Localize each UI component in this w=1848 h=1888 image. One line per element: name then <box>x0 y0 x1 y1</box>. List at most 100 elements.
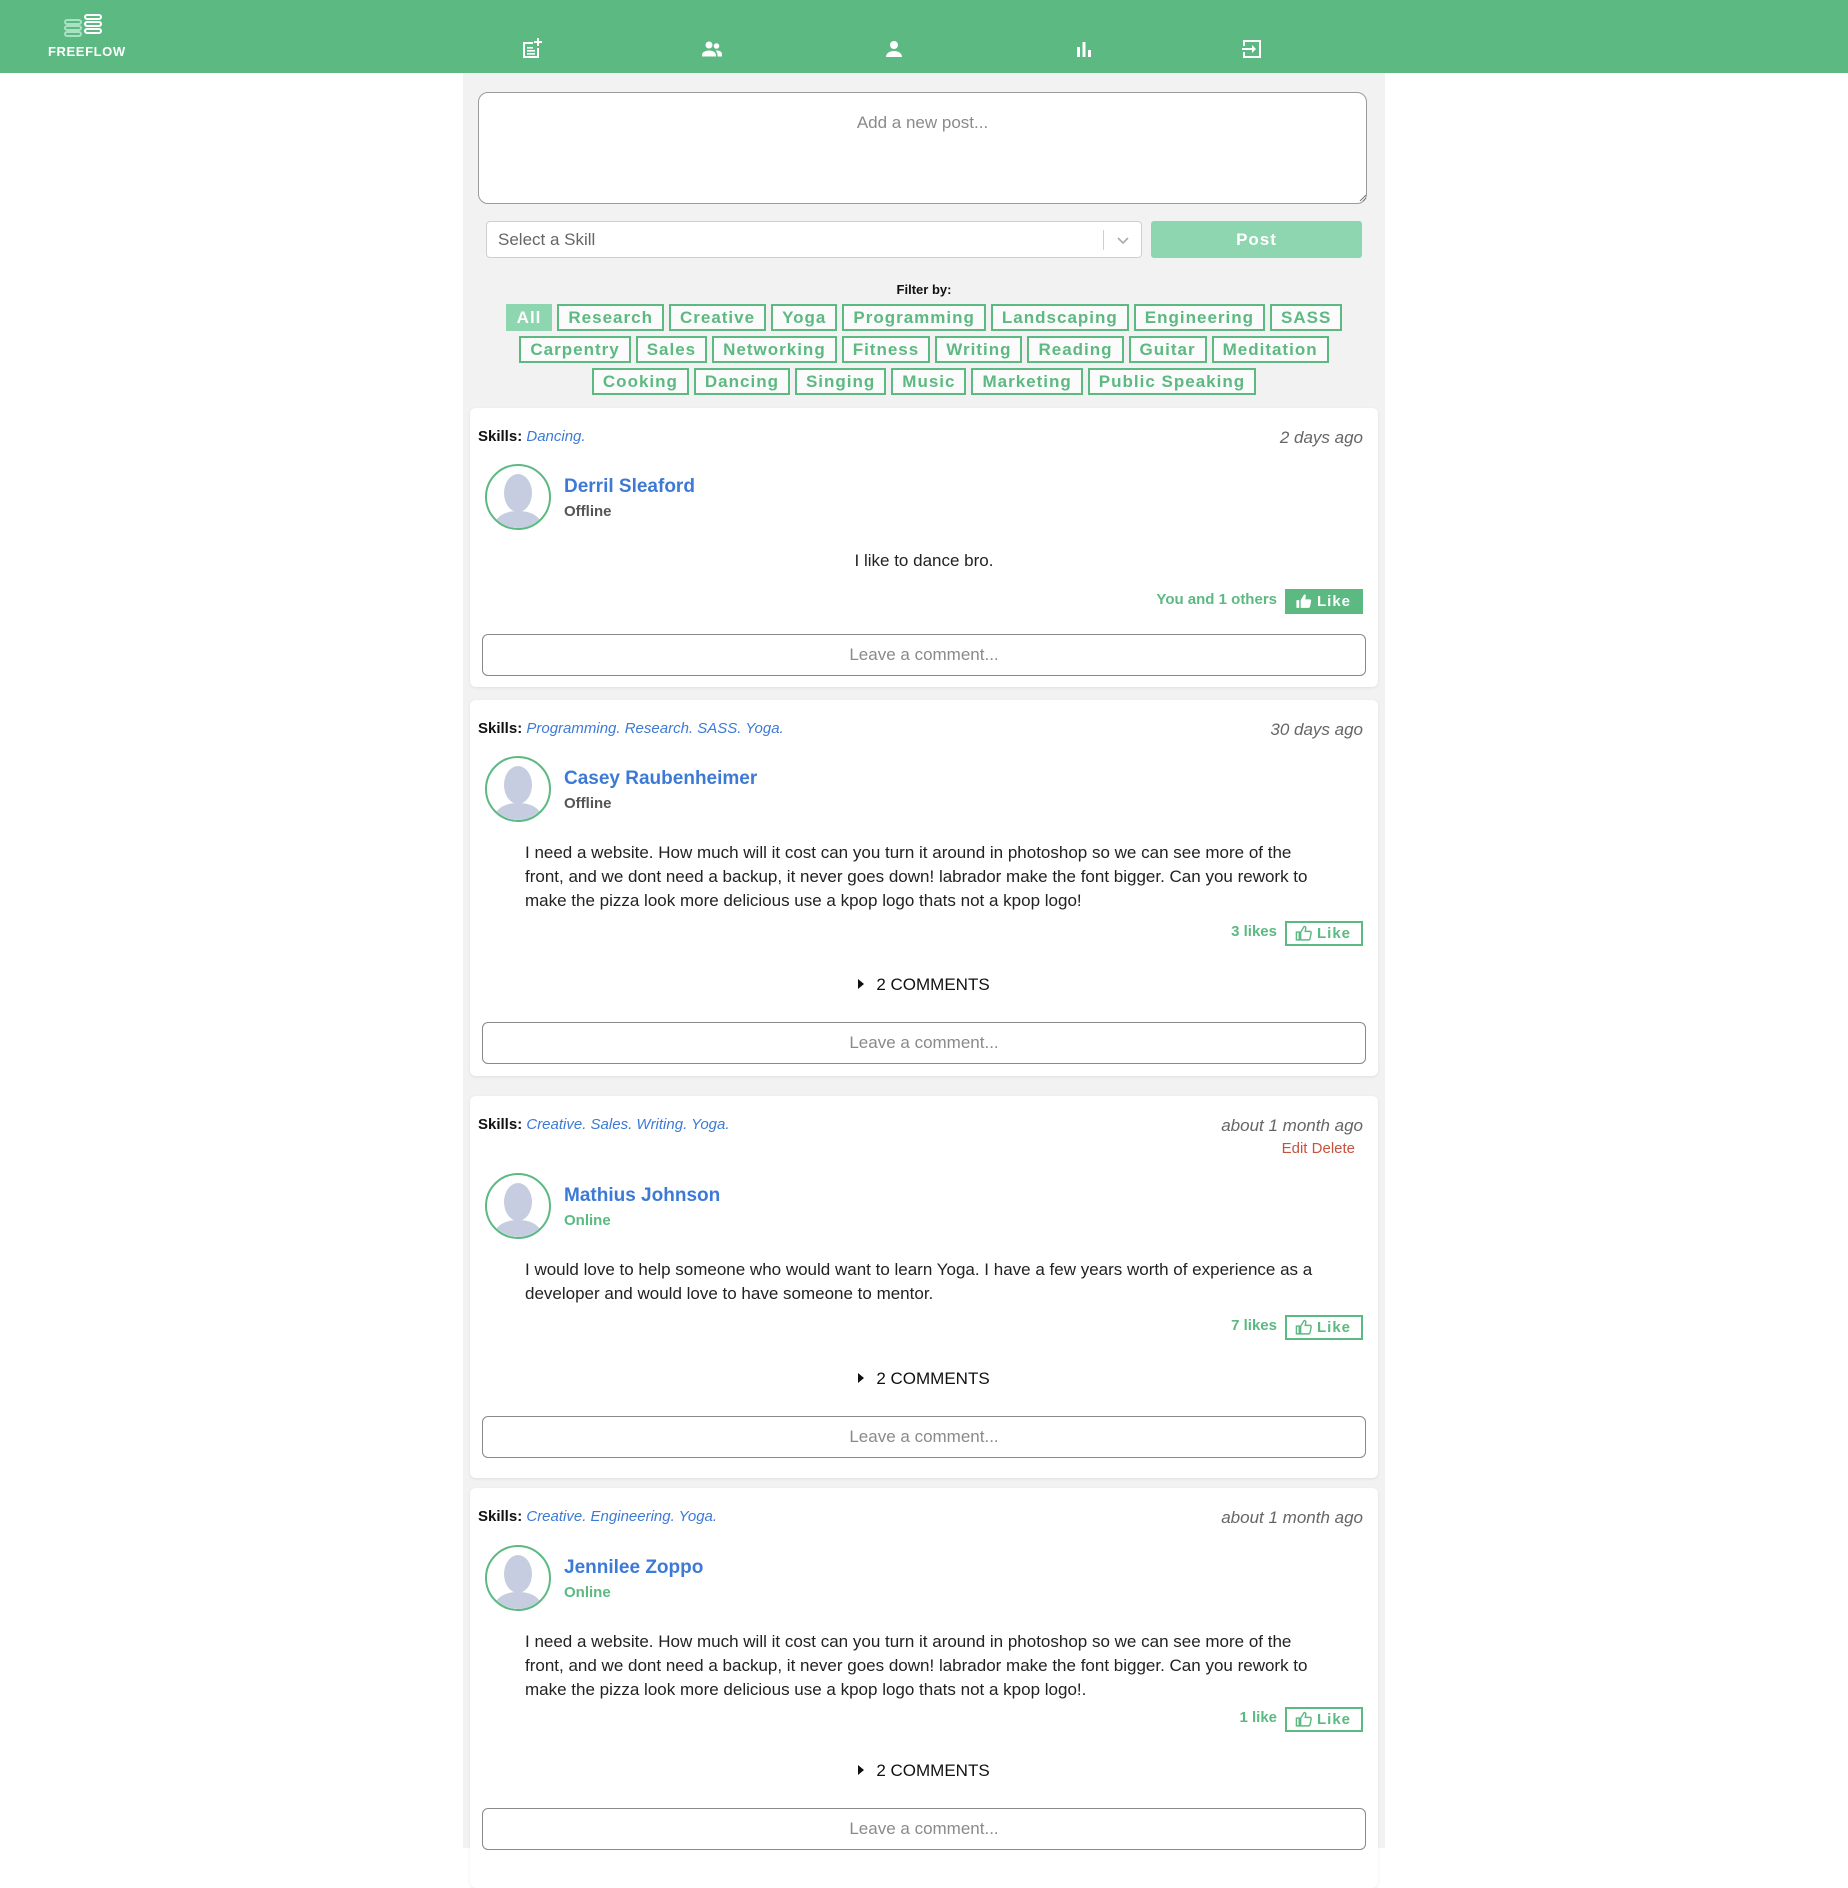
thumbs-up-icon <box>1295 925 1312 941</box>
filter-chip-guitar[interactable]: Guitar <box>1128 336 1207 363</box>
filter-chip-landscaping[interactable]: Landscaping <box>990 304 1129 331</box>
post-card: Skills: Programming. Research. SASS. Yog… <box>470 700 1378 1076</box>
filter-chip-public-speaking[interactable]: Public Speaking <box>1087 368 1257 395</box>
stats-icon[interactable] <box>1072 37 1096 61</box>
like-button[interactable]: Like <box>1285 921 1363 946</box>
filter-chip-programming[interactable]: Programming <box>842 304 986 331</box>
post-skills: Skills: Dancing. <box>478 428 586 445</box>
people-icon[interactable] <box>700 37 724 61</box>
user-silhouette-icon <box>493 1555 543 1609</box>
skill-select[interactable]: Select a Skill <box>486 221 1142 258</box>
like-label: Like <box>1317 593 1352 610</box>
comment-input[interactable]: Leave a comment... <box>482 1416 1366 1458</box>
filter-chip-marketing[interactable]: Marketing <box>971 368 1083 395</box>
filter-chip-cooking[interactable]: Cooking <box>591 368 689 395</box>
post-owner-actions: Edit Delete <box>1282 1140 1355 1157</box>
new-post-icon[interactable] <box>520 37 544 61</box>
like-button[interactable]: Like <box>1285 1315 1363 1340</box>
filter-chip-yoga[interactable]: Yoga <box>771 304 838 331</box>
post-time: 2 days ago <box>1279 428 1363 447</box>
post-card: Skills: Dancing. 2 days ago Derril Sleaf… <box>470 408 1378 687</box>
author-status: Online <box>564 1584 611 1601</box>
filter-chip-research[interactable]: Research <box>557 304 664 331</box>
filter-row-3: Cooking Dancing Singing Music Marketing … <box>463 368 1385 395</box>
author-name[interactable]: Casey Raubenheimer <box>564 768 757 790</box>
resize-grip-icon[interactable] <box>1359 194 1367 202</box>
author-status: Online <box>564 1212 611 1229</box>
filter-chip-engineering[interactable]: Engineering <box>1133 304 1266 331</box>
caret-right-icon <box>858 979 865 990</box>
author-name[interactable]: Derril Sleaford <box>564 476 695 498</box>
author-status: Offline <box>564 795 612 812</box>
post-time: 30 days ago <box>1270 720 1363 739</box>
avatar[interactable] <box>485 1173 551 1239</box>
author-status: Offline <box>564 503 612 520</box>
thumbs-up-icon <box>1295 1319 1312 1335</box>
post-body: I like to dance bro. <box>854 551 994 570</box>
post-body: I need a website. How much will it cost … <box>525 843 1308 910</box>
post-button[interactable]: Post <box>1151 221 1362 258</box>
new-post-input[interactable]: Add a new post... <box>478 92 1367 204</box>
filter-row-2: Carpentry Sales Networking Fitness Writi… <box>463 336 1385 363</box>
skill-select-value: Select a Skill <box>498 230 596 249</box>
filter-chip-creative[interactable]: Creative <box>668 304 767 331</box>
comments-count: 2 COMMENTS <box>876 1369 990 1388</box>
profile-icon[interactable] <box>882 37 906 61</box>
likes-count: 7 likes <box>1231 1317 1277 1334</box>
logout-icon[interactable] <box>1240 37 1264 61</box>
caret-right-icon <box>858 1373 865 1384</box>
filter-chip-writing[interactable]: Writing <box>935 336 1023 363</box>
post-skills: Skills: Creative. Sales. Writing. Yoga. <box>478 1116 730 1133</box>
comments-count: 2 COMMENTS <box>876 1761 990 1780</box>
like-button[interactable]: Like <box>1285 589 1363 614</box>
filter-chip-reading[interactable]: Reading <box>1027 336 1124 363</box>
post-skills: Skills: Programming. Research. SASS. Yog… <box>478 720 784 737</box>
filter-chip-singing[interactable]: Singing <box>794 368 887 395</box>
filter-label: Filter by: <box>896 282 952 297</box>
like-label: Like <box>1317 1711 1352 1728</box>
comments-toggle[interactable]: 2 COMMENTS <box>470 1369 1378 1389</box>
brand-name: FREEFLOW <box>48 44 126 59</box>
comments-toggle[interactable]: 2 COMMENTS <box>470 1761 1378 1781</box>
like-label: Like <box>1317 1319 1352 1336</box>
filter-chip-meditation[interactable]: Meditation <box>1211 336 1329 363</box>
avatar[interactable] <box>485 756 551 822</box>
filter-chip-sass[interactable]: SASS <box>1270 304 1343 331</box>
likes-count: 1 like <box>1239 1709 1277 1726</box>
delete-link[interactable]: Delete <box>1312 1140 1355 1157</box>
skills-label: Skills: <box>478 1508 523 1525</box>
avatar[interactable] <box>485 1545 551 1611</box>
caret-right-icon <box>858 1765 865 1776</box>
filter-chip-carpentry[interactable]: Carpentry <box>519 336 631 363</box>
filter-chip-dancing[interactable]: Dancing <box>693 368 790 395</box>
skills-list[interactable]: Creative. Sales. Writing. Yoga. <box>526 1116 729 1133</box>
filter-chip-sales[interactable]: Sales <box>635 336 708 363</box>
feed-column: Add a new post... Select a Skill Post Fi… <box>463 73 1385 1888</box>
filter-chip-fitness[interactable]: Fitness <box>841 336 931 363</box>
skills-label: Skills: <box>478 428 523 445</box>
comments-toggle[interactable]: 2 COMMENTS <box>470 975 1378 995</box>
post-body: I need a website. How much will it cost … <box>525 1632 1308 1699</box>
post-card: Skills: Creative. Sales. Writing. Yoga. … <box>470 1096 1378 1478</box>
select-separator <box>1103 230 1104 250</box>
skills-list[interactable]: Creative. Engineering. Yoga. <box>526 1508 717 1525</box>
likes-count: You and 1 others <box>1156 591 1277 608</box>
comment-input[interactable]: Leave a comment... <box>482 1022 1366 1064</box>
author-name[interactable]: Mathius Johnson <box>564 1185 720 1207</box>
user-silhouette-icon <box>493 1183 543 1237</box>
user-silhouette-icon <box>493 474 543 528</box>
avatar[interactable] <box>485 464 551 530</box>
comment-input[interactable]: Leave a comment... <box>482 1808 1366 1850</box>
filter-chip-all[interactable]: All <box>505 304 553 331</box>
comments-count: 2 COMMENTS <box>876 975 990 994</box>
filter-chip-networking[interactable]: Networking <box>712 336 837 363</box>
brand-logo[interactable]: FREEFLOW <box>48 14 126 59</box>
post-time: about 1 month ago <box>1221 1508 1363 1527</box>
skills-list[interactable]: Dancing. <box>526 428 585 445</box>
comment-input[interactable]: Leave a comment... <box>482 634 1366 676</box>
author-name[interactable]: Jennilee Zoppo <box>564 1557 703 1579</box>
skills-list[interactable]: Programming. Research. SASS. Yoga. <box>526 720 783 737</box>
edit-link[interactable]: Edit <box>1282 1140 1308 1157</box>
filter-chip-music[interactable]: Music <box>891 368 967 395</box>
like-button[interactable]: Like <box>1285 1707 1363 1732</box>
